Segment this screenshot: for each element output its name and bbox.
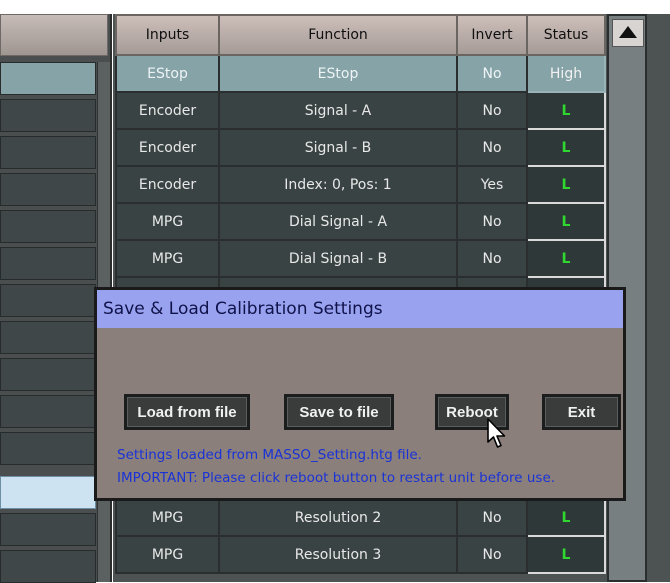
invert-cell[interactable]: No [456, 535, 528, 574]
status-cell: L [526, 91, 606, 130]
invert-cell[interactable]: No [456, 498, 528, 537]
input-cell: MPG [115, 202, 220, 241]
invert-cell[interactable]: No [456, 202, 528, 241]
left-list-row[interactable] [0, 136, 96, 169]
invert-cell[interactable]: No [456, 128, 528, 167]
function-cell: Index: 0, Pos: 1 [218, 165, 458, 204]
input-cell: Encoder [115, 128, 220, 167]
save-to-file-button[interactable]: Save to file [284, 394, 394, 430]
invert-cell[interactable]: Yes [456, 165, 528, 204]
left-list-row[interactable] [0, 62, 96, 95]
left-list-row[interactable] [0, 513, 96, 546]
input-cell: Encoder [115, 165, 220, 204]
input-cell: MPG [115, 239, 220, 278]
status-cell: L [526, 498, 606, 537]
status-cell: High [526, 54, 606, 93]
column-header-function[interactable]: Function [218, 14, 458, 56]
status-cell: L [526, 239, 606, 278]
calibration-settings-dialog: Save & Load Calibration Settings Load fr… [94, 287, 626, 501]
load-from-file-button[interactable]: Load from file [124, 394, 250, 430]
table-row[interactable]: MPG Dial Signal - B No L [115, 239, 606, 278]
left-list-row[interactable] [0, 321, 96, 354]
left-list-row-highlighted[interactable] [0, 476, 96, 509]
input-cell: MPG [115, 535, 220, 574]
left-list-row[interactable] [0, 99, 96, 132]
status-cell: L [526, 535, 606, 574]
left-list-row[interactable] [0, 432, 96, 465]
left-list-row[interactable] [0, 358, 96, 391]
left-list-header [0, 14, 108, 56]
dialog-title: Save & Load Calibration Settings [97, 290, 623, 328]
function-cell: Dial Signal - A [218, 202, 458, 241]
left-list-row[interactable] [0, 173, 96, 206]
function-cell: Resolution 3 [218, 535, 458, 574]
scroll-up-icon[interactable] [612, 19, 644, 47]
function-cell: EStop [218, 54, 458, 93]
table-row[interactable]: Encoder Index: 0, Pos: 1 Yes L [115, 165, 606, 204]
status-cell: L [526, 202, 606, 241]
invert-cell[interactable]: No [456, 54, 528, 93]
function-cell: Signal - B [218, 128, 458, 167]
table-row[interactable]: Encoder Signal - A No L [115, 91, 606, 130]
input-cell: MPG [115, 498, 220, 537]
left-list-row[interactable] [0, 210, 96, 243]
exit-button[interactable]: Exit [542, 394, 621, 430]
left-list-row[interactable] [0, 550, 96, 583]
table-row[interactable]: Encoder Signal - B No L [115, 128, 606, 167]
table-row[interactable]: EStop EStop No High [115, 54, 606, 93]
status-cell: L [526, 165, 606, 204]
function-cell: Dial Signal - B [218, 239, 458, 278]
left-list-row[interactable] [0, 284, 96, 317]
left-list-row[interactable] [0, 247, 96, 280]
column-header-inputs[interactable]: Inputs [115, 14, 220, 56]
status-cell: L [526, 128, 606, 167]
table-header-row: Inputs Function Invert Status [115, 14, 606, 56]
function-cell: Signal - A [218, 91, 458, 130]
invert-cell[interactable]: No [456, 239, 528, 278]
left-list-row[interactable] [0, 395, 96, 428]
invert-cell[interactable]: No [456, 91, 528, 130]
column-header-invert[interactable]: Invert [456, 14, 528, 56]
function-cell: Resolution 2 [218, 498, 458, 537]
input-cell: EStop [115, 54, 220, 93]
table-row[interactable]: MPG Resolution 3 No L [115, 535, 606, 574]
warning-message: IMPORTANT: Please click reboot button to… [117, 470, 556, 486]
status-message: Settings loaded from MASSO_Setting.htg f… [117, 447, 422, 463]
column-header-status[interactable]: Status [526, 14, 606, 56]
table-row[interactable]: MPG Resolution 2 No L [115, 498, 606, 537]
input-cell: Encoder [115, 91, 220, 130]
masso-io-screen: Inputs Function Invert Status EStop ESto… [0, 0, 670, 583]
mouse-pointer-icon [487, 418, 506, 448]
table-row[interactable]: MPG Dial Signal - A No L [115, 202, 606, 241]
right-edge-panel [649, 14, 670, 582]
